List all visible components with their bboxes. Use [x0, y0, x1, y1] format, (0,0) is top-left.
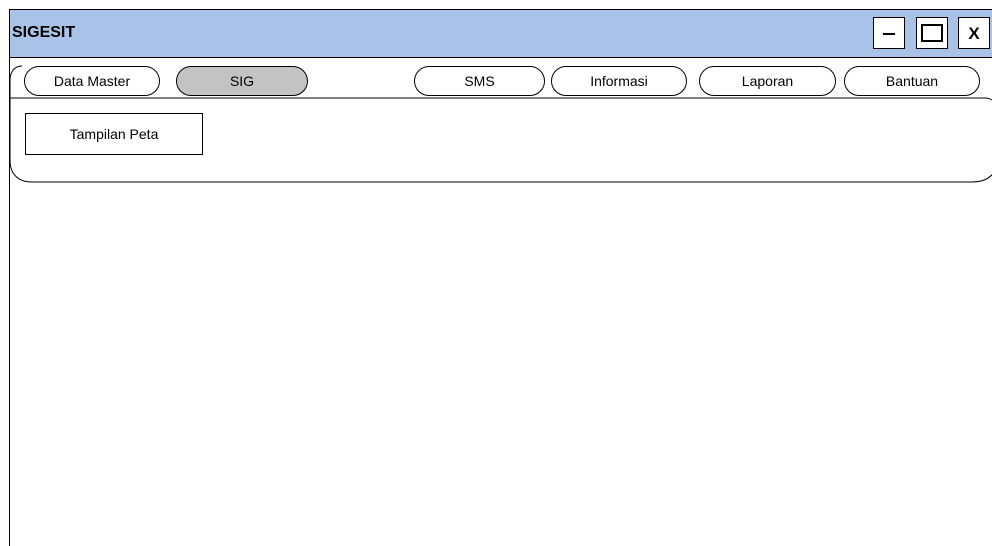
tab-laporan[interactable]: Laporan	[699, 66, 836, 96]
close-button[interactable]: X	[958, 17, 990, 49]
tab-data-master[interactable]: Data Master	[24, 66, 160, 96]
tab-sig[interactable]: SIG	[176, 66, 308, 96]
tab-informasi[interactable]: Informasi	[551, 66, 687, 96]
tab-sms[interactable]: SMS	[414, 66, 545, 96]
tab-label: SMS	[464, 73, 495, 89]
tampilan-peta-button[interactable]: Tampilan Peta	[25, 113, 203, 155]
tab-label: Bantuan	[885, 73, 939, 89]
app-title: SIGESIT	[12, 24, 76, 41]
minimize-icon	[883, 33, 895, 35]
submenu-label: Tampilan Peta	[69, 126, 159, 142]
title-bar: SIGESIT X	[10, 10, 992, 58]
close-icon: X	[968, 23, 980, 43]
minimize-button[interactable]	[873, 17, 905, 49]
maximize-icon	[921, 24, 943, 42]
tab-bantuan[interactable]: Bantuan	[844, 66, 980, 96]
tab-label: Data Master	[53, 73, 131, 89]
tab-label: Informasi	[590, 73, 648, 89]
app-window: SIGESIT X Data Master SIG SMS Informasi …	[9, 9, 992, 546]
tab-label: SIG	[229, 73, 255, 89]
tab-label: Laporan	[741, 73, 794, 89]
menu-bar: Data Master SIG SMS Informasi Laporan Ba…	[10, 58, 992, 183]
maximize-button[interactable]	[916, 17, 948, 49]
